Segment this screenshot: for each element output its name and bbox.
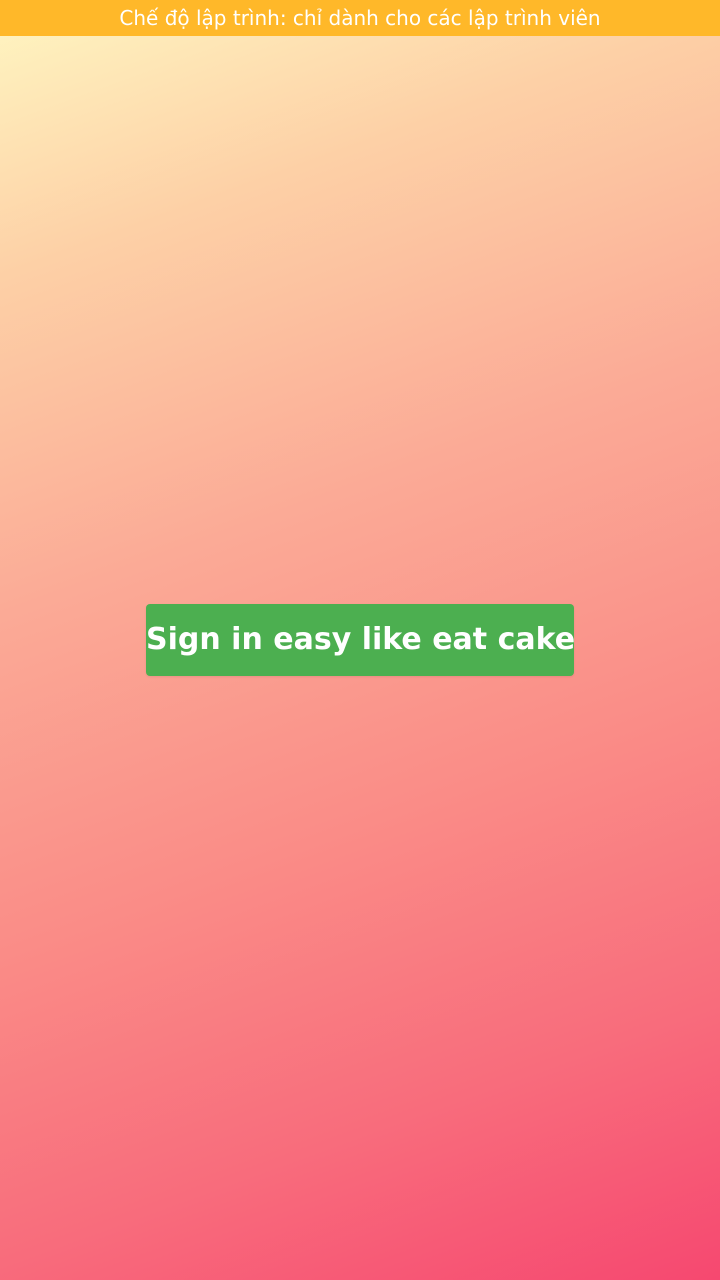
sign-in-button[interactable]: Sign in easy like eat cake (146, 604, 574, 676)
main-content: Sign in easy like eat cake (0, 36, 720, 1280)
developer-mode-banner-text: Chế độ lập trình: chỉ dành cho các lập t… (119, 6, 601, 30)
app-screen: { "banner": { "text": "Chế độ lập trình:… (0, 0, 720, 1280)
developer-mode-banner: Chế độ lập trình: chỉ dành cho các lập t… (0, 0, 720, 36)
